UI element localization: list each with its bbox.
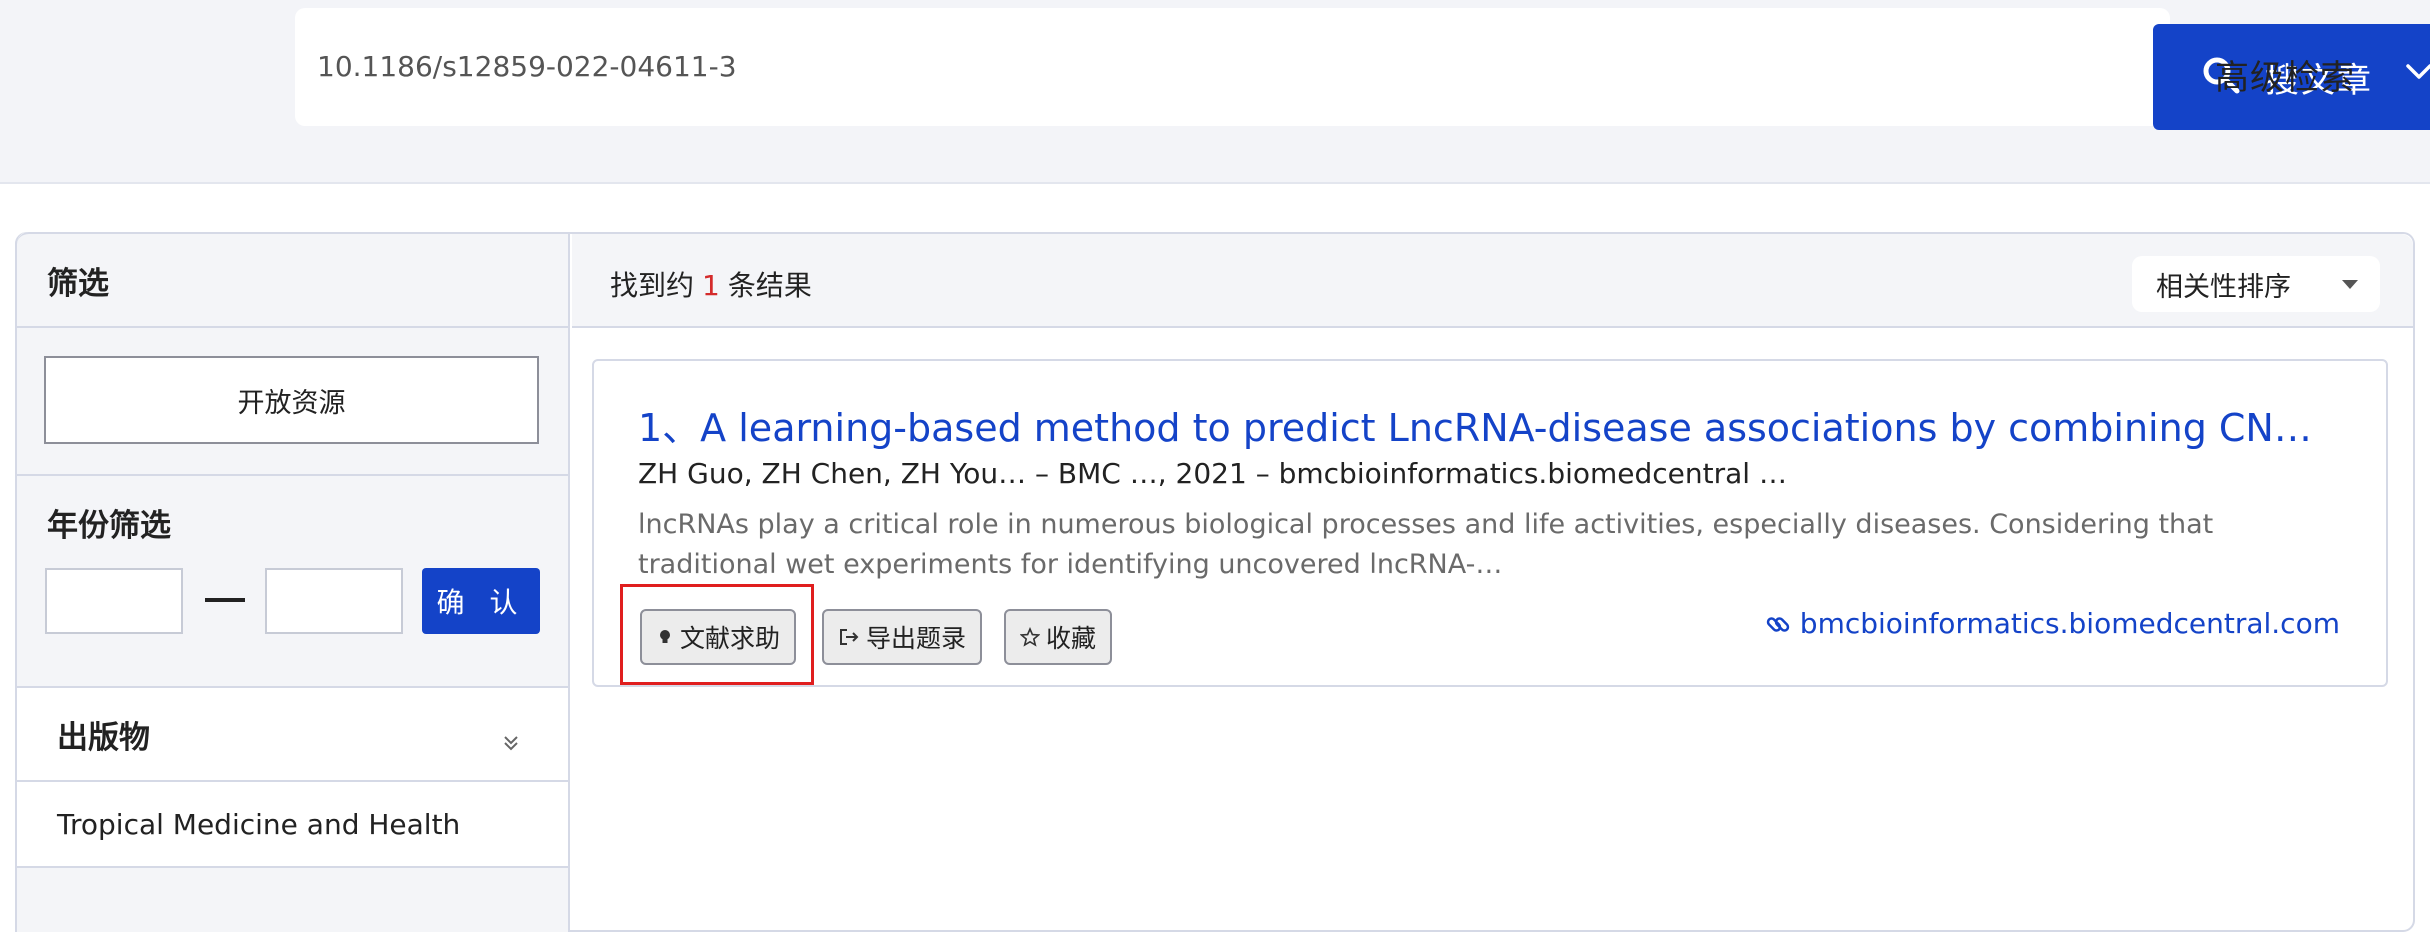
open-resources-section: 开放资源	[17, 328, 568, 476]
chevron-down-icon[interactable]	[2405, 62, 2430, 86]
result-card: 1、A learning-based method to predict Lnc…	[592, 359, 2388, 687]
year-range-dash	[205, 598, 245, 602]
export-citation-label: 导出题录	[866, 624, 967, 653]
lightbulb-icon	[656, 627, 674, 647]
results-count-number: 1	[702, 269, 720, 302]
search-box: 搜文章	[295, 8, 2430, 130]
search-input[interactable]	[317, 36, 1817, 96]
literature-help-button[interactable]: 文献求助	[640, 609, 797, 665]
favorite-button[interactable]: 收藏	[1004, 609, 1113, 665]
result-title-link[interactable]: 1、A learning-based method to predict Lnc…	[638, 397, 2338, 452]
double-chevron-down-icon[interactable]	[502, 724, 520, 760]
sort-select[interactable]: 相关性排序	[2132, 256, 2380, 312]
caret-down-icon	[2342, 280, 2358, 289]
publications-title: 出版物	[57, 719, 150, 756]
results-count-suffix: 条结果	[727, 269, 812, 302]
result-authors-meta: ZH Guo, ZH Chen, ZH You… – BMC …, 2021 –…	[638, 457, 1787, 490]
source-link-label: bmcbioinformatics.biomedcentral.com	[1799, 607, 2340, 640]
year-from-input[interactable]	[45, 568, 183, 634]
sidebar-title: 筛选	[17, 232, 568, 328]
star-icon	[1020, 627, 1040, 647]
result-abstract: lncRNAs play a critical role in numerous…	[638, 509, 2214, 580]
results-count: 找到约 1 条结果	[610, 264, 812, 304]
year-to-input[interactable]	[265, 568, 403, 634]
filter-sidebar: 筛选 开放资源 年份筛选 确 认 出版物 Tropical Medicine a…	[15, 232, 570, 932]
publication-item[interactable]: Tropical Medicine and Health	[17, 782, 568, 868]
favorite-label: 收藏	[1046, 624, 1097, 653]
top-search-bar: 搜文章 高级检索	[0, 0, 2430, 184]
sort-select-label: 相关性排序	[2156, 271, 2291, 303]
publications-toggle[interactable]: 出版物	[17, 688, 568, 782]
year-filter-row: 确 认	[17, 568, 568, 688]
literature-help-label: 文献求助	[680, 624, 781, 653]
year-confirm-button[interactable]: 确 认	[422, 568, 540, 634]
export-icon	[838, 627, 860, 647]
results-header: 找到约 1 条结果 相关性排序	[572, 234, 2413, 328]
source-link[interactable]: bmcbioinformatics.biomedcentral.com	[1764, 607, 2340, 640]
link-icon	[1764, 610, 1792, 638]
year-filter-title: 年份筛选	[47, 507, 171, 544]
open-resources-button[interactable]: 开放资源	[44, 356, 539, 444]
results-count-prefix: 找到约	[610, 269, 695, 302]
advanced-search-link[interactable]: 高级检索	[2215, 50, 2355, 99]
export-citation-button[interactable]: 导出题录	[822, 609, 983, 665]
